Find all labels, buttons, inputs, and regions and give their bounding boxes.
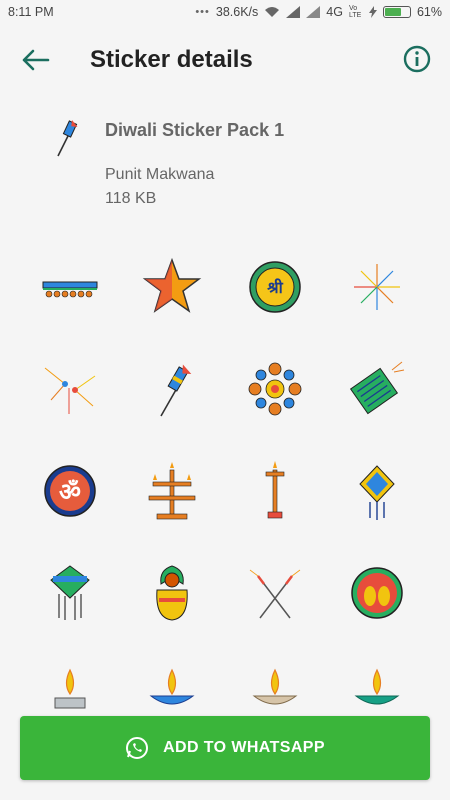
whatsapp-icon [126, 737, 149, 759]
sticker-grid: श्री ॐ [0, 240, 450, 710]
lamp-stand-sticker[interactable] [137, 456, 207, 526]
lakshmi-feet-sticker[interactable] [342, 558, 412, 628]
arrow-left-icon[interactable] [20, 46, 52, 74]
kalash-sticker[interactable] [137, 558, 207, 628]
add-to-whatsapp-label: ADD TO WHATSAPP [163, 739, 325, 756]
charging-icon [368, 6, 377, 18]
rocket-sticker[interactable] [137, 354, 207, 424]
page-title: Sticker details [90, 46, 253, 73]
battery-icon [382, 6, 411, 18]
status-bar: 8:11 PM ••• 38.6K/s 4G Vo LTE 61% [0, 0, 450, 24]
svg-text:श्री: श्री [267, 278, 283, 297]
volte-badge: Vo LTE [348, 5, 362, 19]
firework-burst-sticker[interactable] [342, 252, 412, 322]
more-dots-icon: ••• [195, 6, 210, 18]
status-time: 8:11 PM [8, 5, 54, 19]
diya-green-sticker[interactable] [240, 660, 310, 710]
kandil-sticker[interactable] [342, 456, 412, 526]
pack-author: Punit Makwana [105, 166, 215, 183]
svg-text:ॐ: ॐ [59, 478, 81, 506]
shree-medallion-sticker[interactable]: श्री [240, 252, 310, 322]
status-icons: ••• 38.6K/s 4G Vo LTE 61% [195, 5, 442, 19]
info-icon[interactable] [402, 44, 432, 74]
battery-percent: 61% [416, 5, 442, 19]
sparklers-sticker[interactable] [240, 558, 310, 628]
sparkle-sticker[interactable] [35, 354, 105, 424]
diya-blue-sticker[interactable] [137, 660, 207, 710]
network-type: 4G [326, 5, 343, 19]
add-to-whatsapp-button[interactable]: ADD TO WHATSAPP [20, 716, 430, 780]
rocket-icon [57, 119, 78, 157]
wifi-icon [265, 7, 280, 17]
kandil-tassels-sticker[interactable] [35, 558, 105, 628]
diya-plain-sticker[interactable] [35, 660, 105, 710]
signal-icon [306, 6, 321, 18]
firecracker-box-sticker[interactable] [342, 354, 412, 424]
app-bar: Sticker details [0, 24, 450, 96]
toran-sticker[interactable] [35, 252, 105, 322]
pack-size: 118 KB [105, 190, 157, 207]
rangoli-sticker[interactable] [240, 354, 310, 424]
star-sticker[interactable] [137, 252, 207, 322]
pack-name: Diwali Sticker Pack 1 [105, 120, 285, 140]
om-medallion-sticker[interactable]: ॐ [35, 456, 105, 526]
status-speed: 38.6K/s [215, 5, 259, 19]
signal-icon [286, 6, 301, 18]
single-lamp-pole-sticker[interactable] [240, 456, 310, 526]
sticker-pack-header: Diwali Sticker Pack 1 Punit Makwana 118 … [0, 110, 450, 220]
diya-teal-sticker[interactable] [342, 660, 412, 710]
